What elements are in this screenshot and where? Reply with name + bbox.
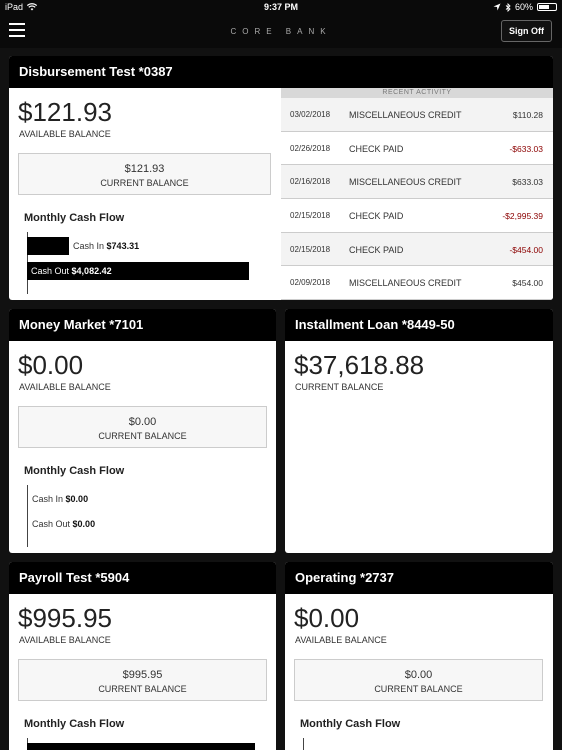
activity-row[interactable]: 02/26/2018 CHECK PAID -$633.03 [281, 132, 553, 166]
cash-in-bar [27, 237, 69, 255]
activity-amount: -$633.03 [509, 143, 543, 154]
activity-date: 02/16/2018 [290, 177, 331, 187]
recent-activity-title: RECENT ACTIVITY [281, 88, 553, 98]
account-title[interactable]: Money Market *7101 [9, 309, 276, 341]
current-balance-box: $995.95 CURRENT BALANCE [18, 659, 267, 701]
current-balance-amount: $121.93 [124, 163, 165, 175]
status-bar: iPad 9:37 PM 60% [0, 0, 562, 14]
status-time: 9:37 PM [263, 2, 298, 12]
account-title[interactable]: Installment Loan *8449-50 [285, 309, 553, 341]
activity-date: 02/26/2018 [290, 143, 331, 153]
activity-description: MISCELLANEOUS CREDIT [349, 177, 462, 188]
monthly-cash-flow-title: Monthly Cash Flow [24, 465, 125, 477]
current-balance-box: $0.00 CURRENT BALANCE [294, 659, 543, 701]
battery-icon [537, 3, 557, 11]
available-balance-label: AVAILABLE BALANCE [295, 635, 387, 645]
cash-out-amount: $0.00 [72, 519, 96, 529]
cash-out-amount: $4,082.42 [71, 266, 112, 276]
available-balance-label: AVAILABLE BALANCE [19, 382, 111, 392]
cash-in-label: Cash In $743.31 [73, 241, 140, 251]
monthly-cash-flow-title: Monthly Cash Flow [24, 212, 125, 224]
activity-row[interactable]: 03/02/2018 MISCELLANEOUS CREDIT $110.28 [281, 98, 553, 132]
activity-date: 02/15/2018 [290, 244, 331, 254]
cash-flow-axis [303, 738, 304, 750]
nav-bar: CORE BANK Sign Off [0, 14, 562, 48]
current-balance-label: CURRENT BALANCE [100, 178, 189, 188]
activity-amount: -$2,995.39 [502, 210, 543, 221]
battery-percent: 60% [514, 2, 533, 12]
account-title[interactable]: Operating *2737 [285, 562, 553, 594]
current-balance-amount: $995.95 [122, 669, 163, 681]
activity-date: 02/09/2018 [290, 278, 331, 288]
activity-row[interactable]: 02/15/2018 CHECK PAID -$2,995.39 [281, 199, 553, 233]
available-balance-amount: $995.95 [18, 603, 112, 633]
account-card-installment-loan[interactable]: Installment Loan *8449-50 $37,618.88 CUR… [285, 309, 553, 553]
current-balance-amount: $0.00 [404, 669, 433, 681]
account-title[interactable]: Payroll Test *5904 [9, 562, 276, 594]
activity-row[interactable]: 02/16/2018 MISCELLANEOUS CREDIT $633.03 [281, 165, 553, 199]
cash-out-label: Cash Out $0.00 [32, 519, 96, 529]
activity-amount: $633.03 [512, 177, 543, 188]
available-balance-amount: $0.00 [294, 603, 360, 633]
activity-amount: $110.28 [512, 110, 543, 120]
current-balance-label: CURRENT BALANCE [295, 382, 384, 392]
activity-description: CHECK PAID [349, 210, 404, 221]
cash-in-label: Cash In $0.00 [32, 494, 89, 504]
cash-in-amount: $0.00 [65, 494, 89, 504]
cash-out-label: Cash Out $4,082.42 [31, 266, 112, 276]
account-card-money-market[interactable]: Money Market *7101 $0.00 AVAILABLE BALAN… [9, 309, 276, 553]
brand-logo: CORE BANK [230, 27, 332, 36]
cash-in-amount: $743.31 [106, 241, 140, 251]
activity-amount: -$454.00 [509, 244, 543, 255]
activity-description: MISCELLANEOUS CREDIT [349, 110, 462, 120]
activity-row[interactable]: 02/09/2018 MISCELLANEOUS CREDIT $454.00 [281, 266, 553, 300]
current-balance-amount: $37,618.88 [294, 350, 425, 380]
recent-activity-panel: RECENT ACTIVITY 03/02/2018 MISCELLANEOUS … [281, 88, 553, 300]
activity-description: MISCELLANEOUS CREDIT [349, 278, 462, 289]
activity-row[interactable]: 02/15/2018 CHECK PAID -$454.00 [281, 232, 553, 267]
activity-amount: $454.00 [512, 278, 543, 289]
account-card-disbursement[interactable]: Disbursement Test *0387 $121.93 AVAILABL… [9, 56, 553, 300]
monthly-cash-flow-title: Monthly Cash Flow [24, 718, 125, 730]
available-balance-label: AVAILABLE BALANCE [19, 129, 111, 139]
account-title[interactable]: Disbursement Test *0387 [9, 56, 553, 88]
activity-date: 03/02/2018 [290, 110, 331, 119]
activity-date: 02/15/2018 [290, 210, 331, 220]
activity-description: CHECK PAID [349, 143, 404, 154]
monthly-cash-flow-title: Monthly Cash Flow [300, 718, 401, 730]
activity-description: CHECK PAID [349, 244, 404, 255]
available-balance-amount: $0.00 [18, 350, 84, 380]
current-balance-label: CURRENT BALANCE [98, 684, 187, 694]
account-card-payroll[interactable]: Payroll Test *5904 $995.95 AVAILABLE BAL… [9, 562, 276, 750]
current-balance-label: CURRENT BALANCE [98, 431, 187, 441]
available-balance-amount: $121.93 [18, 97, 112, 127]
current-balance-box: $121.93 CURRENT BALANCE [18, 153, 271, 195]
available-balance-label: AVAILABLE BALANCE [19, 635, 111, 645]
bluetooth-icon [505, 2, 511, 12]
account-card-operating[interactable]: Operating *2737 $0.00 AVAILABLE BALANCE … [285, 562, 553, 750]
current-balance-label: CURRENT BALANCE [374, 684, 463, 694]
current-balance-amount: $0.00 [128, 416, 157, 428]
cash-flow-axis [27, 485, 28, 547]
sign-off-button[interactable]: Sign Off [501, 20, 552, 42]
cash-flow-bar-partial [27, 743, 255, 750]
current-balance-box: $0.00 CURRENT BALANCE [18, 406, 267, 448]
location-icon [493, 3, 501, 11]
